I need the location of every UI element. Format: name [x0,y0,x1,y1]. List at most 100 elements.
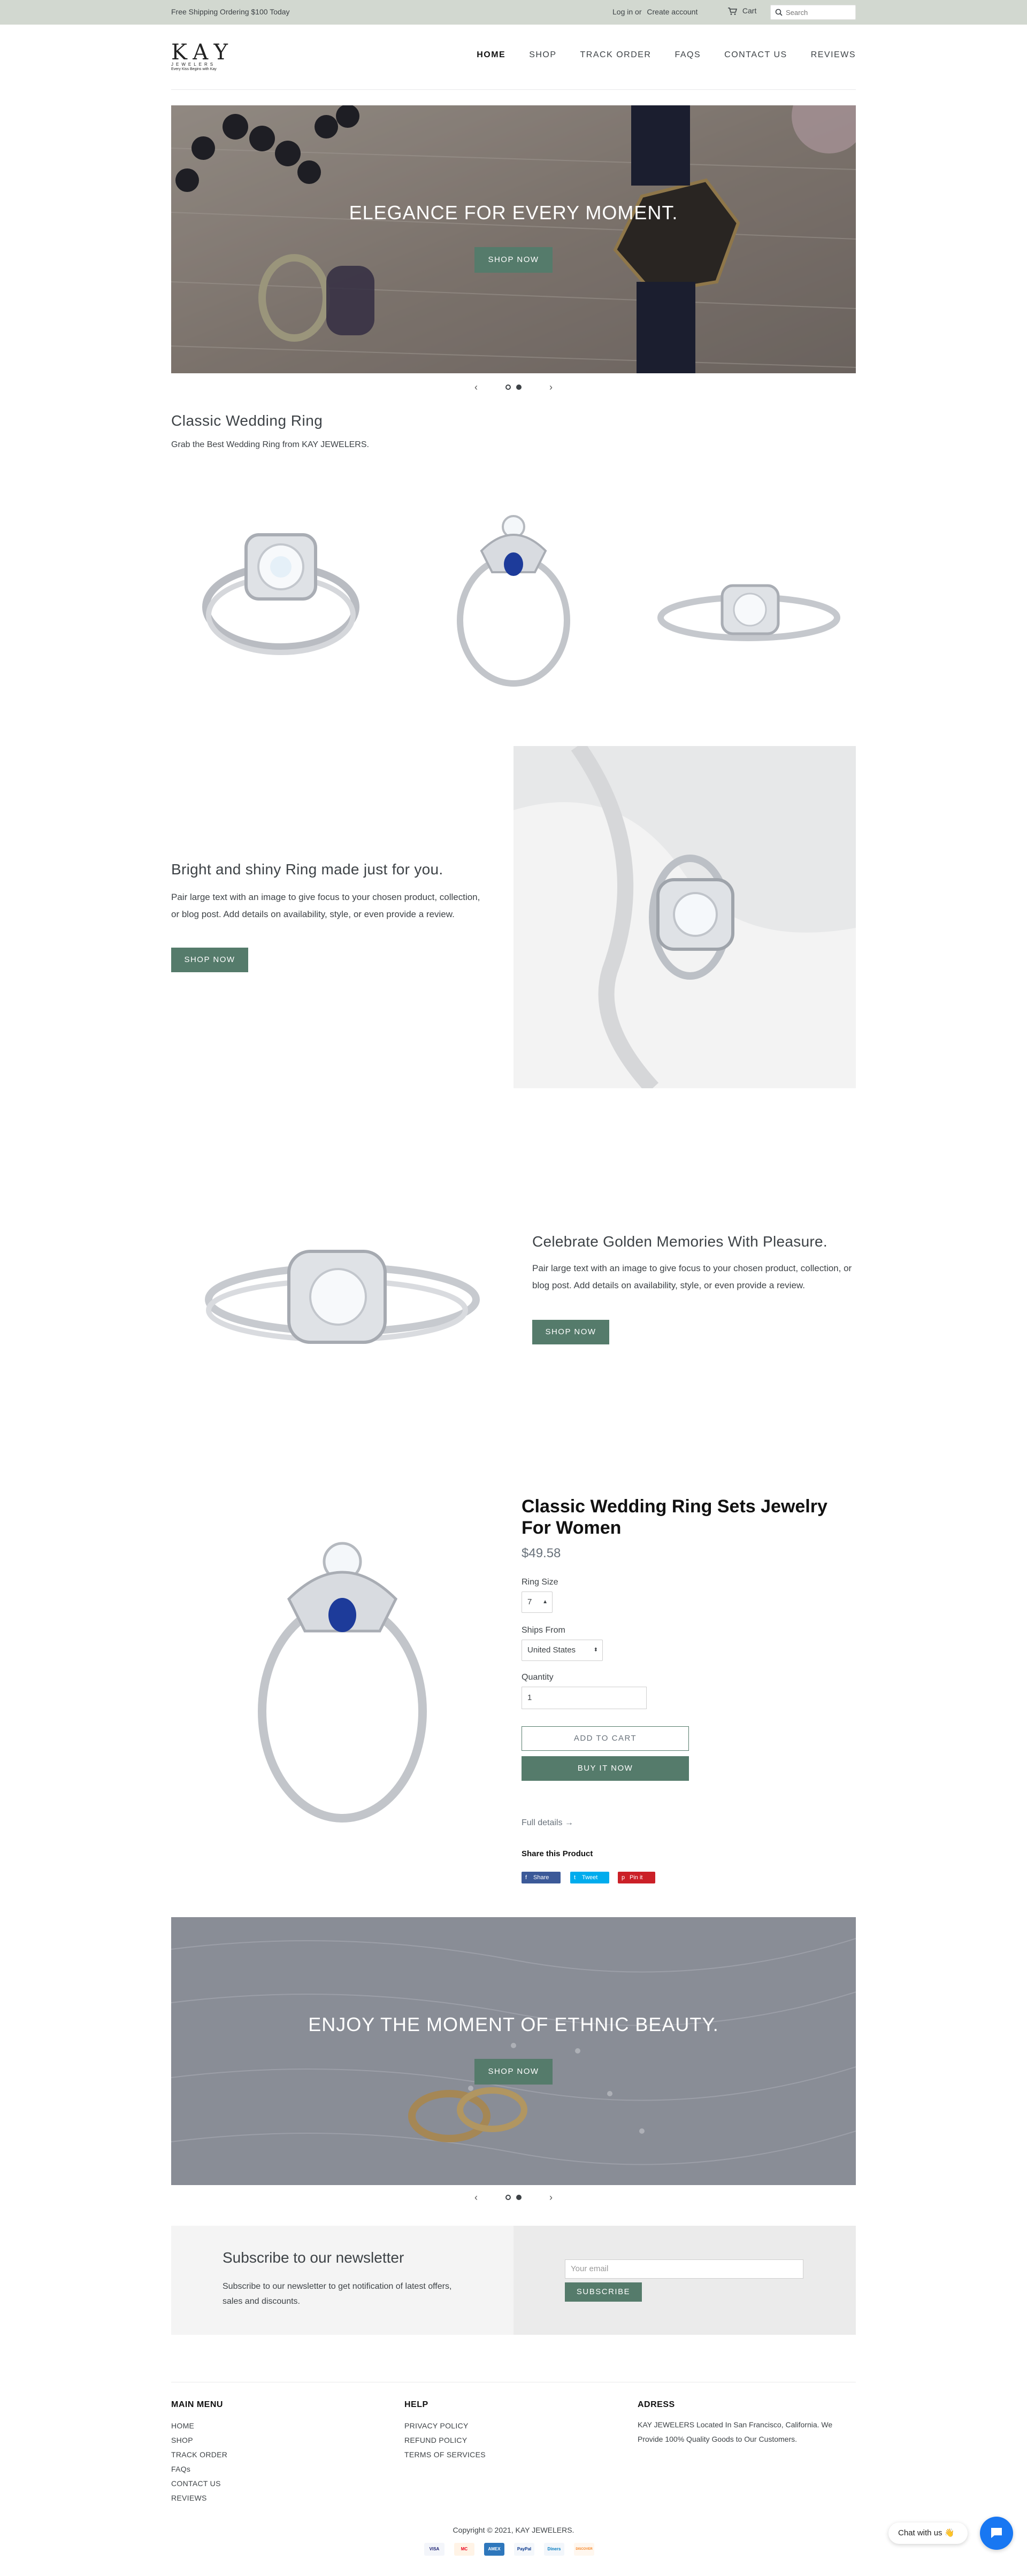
shipping-message: Free Shipping Ordering $100 Today [171,7,290,16]
slide-dot-2[interactable] [516,385,522,390]
hero2-shop-now-button[interactable]: SHOP NOW [474,2059,553,2085]
hero-heading: ELEGANCE FOR EVERY MOMENT. [349,202,678,224]
slide2-dot-1[interactable] [505,2195,511,2200]
ring-size-select[interactable]: 7 ▲ [522,1591,553,1613]
account-links: Log in or Create account [612,7,698,16]
nav-reviews[interactable]: REVIEWS [811,50,856,60]
newsletter-form: Your email SUBSCRIBE [514,2226,856,2335]
paypal-icon: PayPal [514,2543,534,2556]
feature-heading-1: Bright and shiny Ring made just for you. [171,861,443,878]
footer-link-faqs[interactable]: FAQs [171,2465,190,2473]
feature-image-ring-on-fabric [514,746,856,1088]
share-facebook-label: Share [533,1874,549,1881]
hero-shop-now-button[interactable]: SHOP NOW [474,247,553,273]
diners-club-icon: Diners [544,2543,564,2556]
pinterest-icon: p [622,1874,625,1881]
copyright: Copyright © 2021, KAY JEWELERS. [453,2526,574,2534]
chat-with-us-pill[interactable]: Chat with us 👋 [888,2523,968,2544]
cart-link[interactable]: Cart [727,6,756,16]
slide2-dot-2[interactable] [516,2195,522,2200]
nav-faqs[interactable]: FAQS [675,50,701,60]
product-image-halo-ring[interactable] [653,567,845,652]
site-header: KAY JEWELERS Every Kiss Begins with Kay … [171,25,856,90]
slide-prev-button[interactable]: ‹ [471,382,481,393]
footer-link-track-order[interactable]: TRACK ORDER [171,2450,227,2459]
share-title: Share this Product [522,1849,593,1858]
ships-from-select[interactable]: United States ⬍ [522,1640,603,1661]
featured-product-image[interactable] [230,1529,455,1829]
share-facebook-button[interactable]: f Share [522,1872,561,1883]
feature-heading-2: Celebrate Golden Memories With Pleasure. [532,1233,828,1250]
twitter-icon: t [574,1874,576,1881]
footer-address: KAY JEWELERS Located In San Francisco, C… [638,2420,833,2443]
quantity-input[interactable]: 1 [522,1687,647,1709]
product-image-sapphire-ring[interactable] [444,513,583,690]
slide-dot-1[interactable] [505,385,511,390]
slide2-dots [505,2195,522,2200]
nav-contact-us[interactable]: CONTACT US [724,50,787,60]
slide2-prev-button[interactable]: ‹ [471,2192,481,2203]
search-icon[interactable] [775,9,783,16]
quantity-label: Quantity [522,1673,554,1682]
chat-bubble-icon [991,2528,1002,2538]
nav-shop[interactable]: SHOP [529,50,556,60]
logo[interactable]: KAY JEWELERS Every Kiss Begins with Kay [171,42,241,71]
mastercard-icon: MC [454,2543,474,2556]
footer-help-title: HELP [404,2400,428,2409]
footer-link-refund-policy[interactable]: REFUND POLICY [404,2436,467,2444]
collection-title: Classic Wedding Ring [171,412,323,429]
payment-icons: VISA MC AMEX PayPal Diners DISCOVER [424,2543,594,2556]
logo-text: KAY [171,40,234,65]
create-account-link[interactable]: Create account [647,7,698,16]
main-nav: HOME SHOP TRACK ORDER FAQS CONTACT US RE… [477,50,856,60]
chevron-updown-icon: ▲ [542,1599,548,1605]
footer-link-home[interactable]: HOME [171,2421,194,2430]
footer-link-shop[interactable]: SHOP [171,2436,193,2444]
login-link[interactable]: Log in [612,7,633,16]
footer-main-menu-title: MAIN MENU [171,2400,223,2409]
chevron-updown-icon: ⬍ [593,1647,598,1653]
chat-launcher-button[interactable] [980,2517,1013,2550]
cart-label: Cart [742,6,757,15]
share-twitter-label: Tweet [582,1874,598,1881]
share-pinterest-label: Pin it [630,1874,643,1881]
slide-dots [505,385,522,390]
ring-size-label: Ring Size [522,1578,558,1587]
nav-home[interactable]: HOME [477,50,505,60]
footer-link-privacy-policy[interactable]: PRIVACY POLICY [404,2421,469,2430]
full-details-link[interactable]: Full details → [522,1818,573,1828]
hero2-slide-controls: ‹ › [471,2191,556,2204]
slide2-next-button[interactable]: › [546,2192,556,2203]
newsletter-title: Subscribe to our newsletter [223,2249,404,2266]
search-box [770,5,856,20]
share-pinterest-button[interactable]: p Pin it [618,1872,655,1883]
feature-image-bridal-set [205,1250,480,1344]
announcement-bar: Free Shipping Ordering $100 Today Log in… [0,0,1027,25]
subscribe-button[interactable]: SUBSCRIBE [565,2282,642,2302]
buy-it-now-button[interactable]: BUY IT NOW [522,1756,689,1781]
product-title: Classic Wedding Ring Sets Jewelry For Wo… [522,1496,827,1538]
or-text: or [635,7,642,16]
add-to-cart-button[interactable]: ADD TO CART [522,1726,689,1751]
footer-link-terms[interactable]: TERMS OF SERVICES [404,2450,486,2459]
newsletter-text: Subscribe to our newsletter to get notif… [223,2282,452,2306]
feature-shop-now-button-1[interactable]: SHOP NOW [171,948,248,972]
newsletter-email-input[interactable]: Your email [565,2259,803,2279]
slide-next-button[interactable]: › [546,382,556,393]
hero2-overlay [171,1917,856,2185]
hero-slideshow: ELEGANCE FOR EVERY MOMENT. SHOP NOW [171,105,856,373]
newsletter-panel: Subscribe to our newsletter Subscribe to… [171,2226,514,2335]
feature-shop-now-button-2[interactable]: SHOP NOW [532,1320,609,1344]
nav-track-order[interactable]: TRACK ORDER [580,50,652,60]
product-image-ring-set[interactable] [193,513,369,663]
facebook-icon: f [525,1874,527,1881]
footer-link-contact-us[interactable]: CONTACT US [171,2479,221,2488]
hero-slide-controls: ‹ › [471,381,556,394]
footer-link-reviews[interactable]: REVIEWS [171,2494,207,2502]
ships-from-label: Ships From [522,1626,565,1635]
collection-subtitle: Grab the Best Wedding Ring from KAY JEWE… [171,440,369,449]
search-input[interactable] [786,8,850,17]
footer-address-title: ADRESS [638,2400,675,2409]
hero2-heading: ENJOY THE MOMENT OF ETHNIC BEAUTY. [308,2013,719,2035]
share-twitter-button[interactable]: t Tweet [570,1872,609,1883]
